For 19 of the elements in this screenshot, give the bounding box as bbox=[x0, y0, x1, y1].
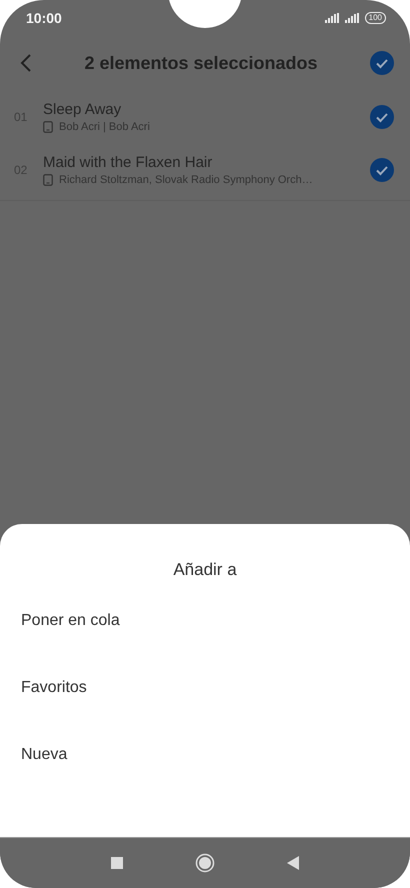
track-checkbox[interactable] bbox=[370, 104, 394, 128]
select-all-checkbox[interactable] bbox=[370, 51, 394, 75]
menu-option[interactable]: Nueva bbox=[0, 746, 410, 813]
sheet-title: Añadir a bbox=[172, 560, 238, 580]
track-title: Maid with the Flaxen Hair bbox=[43, 154, 214, 170]
signal-icon bbox=[344, 13, 360, 23]
menu-option[interactable]: Poner en cola bbox=[0, 612, 410, 679]
track-title: Sleep Away bbox=[43, 100, 122, 118]
selection-title: 2 elementos seleccionados bbox=[83, 52, 319, 74]
phone-icon bbox=[43, 174, 53, 186]
back-icon[interactable] bbox=[287, 856, 299, 870]
menu-option[interactable]: Favoritos bbox=[0, 679, 410, 746]
track-checkbox[interactable] bbox=[370, 158, 394, 182]
back-icon[interactable] bbox=[20, 53, 32, 73]
status-time: 10:00 bbox=[26, 10, 62, 26]
phone-icon bbox=[43, 120, 53, 132]
signal-icon bbox=[324, 13, 340, 23]
home-icon[interactable] bbox=[195, 853, 215, 873]
battery-level: 100 bbox=[364, 12, 386, 24]
